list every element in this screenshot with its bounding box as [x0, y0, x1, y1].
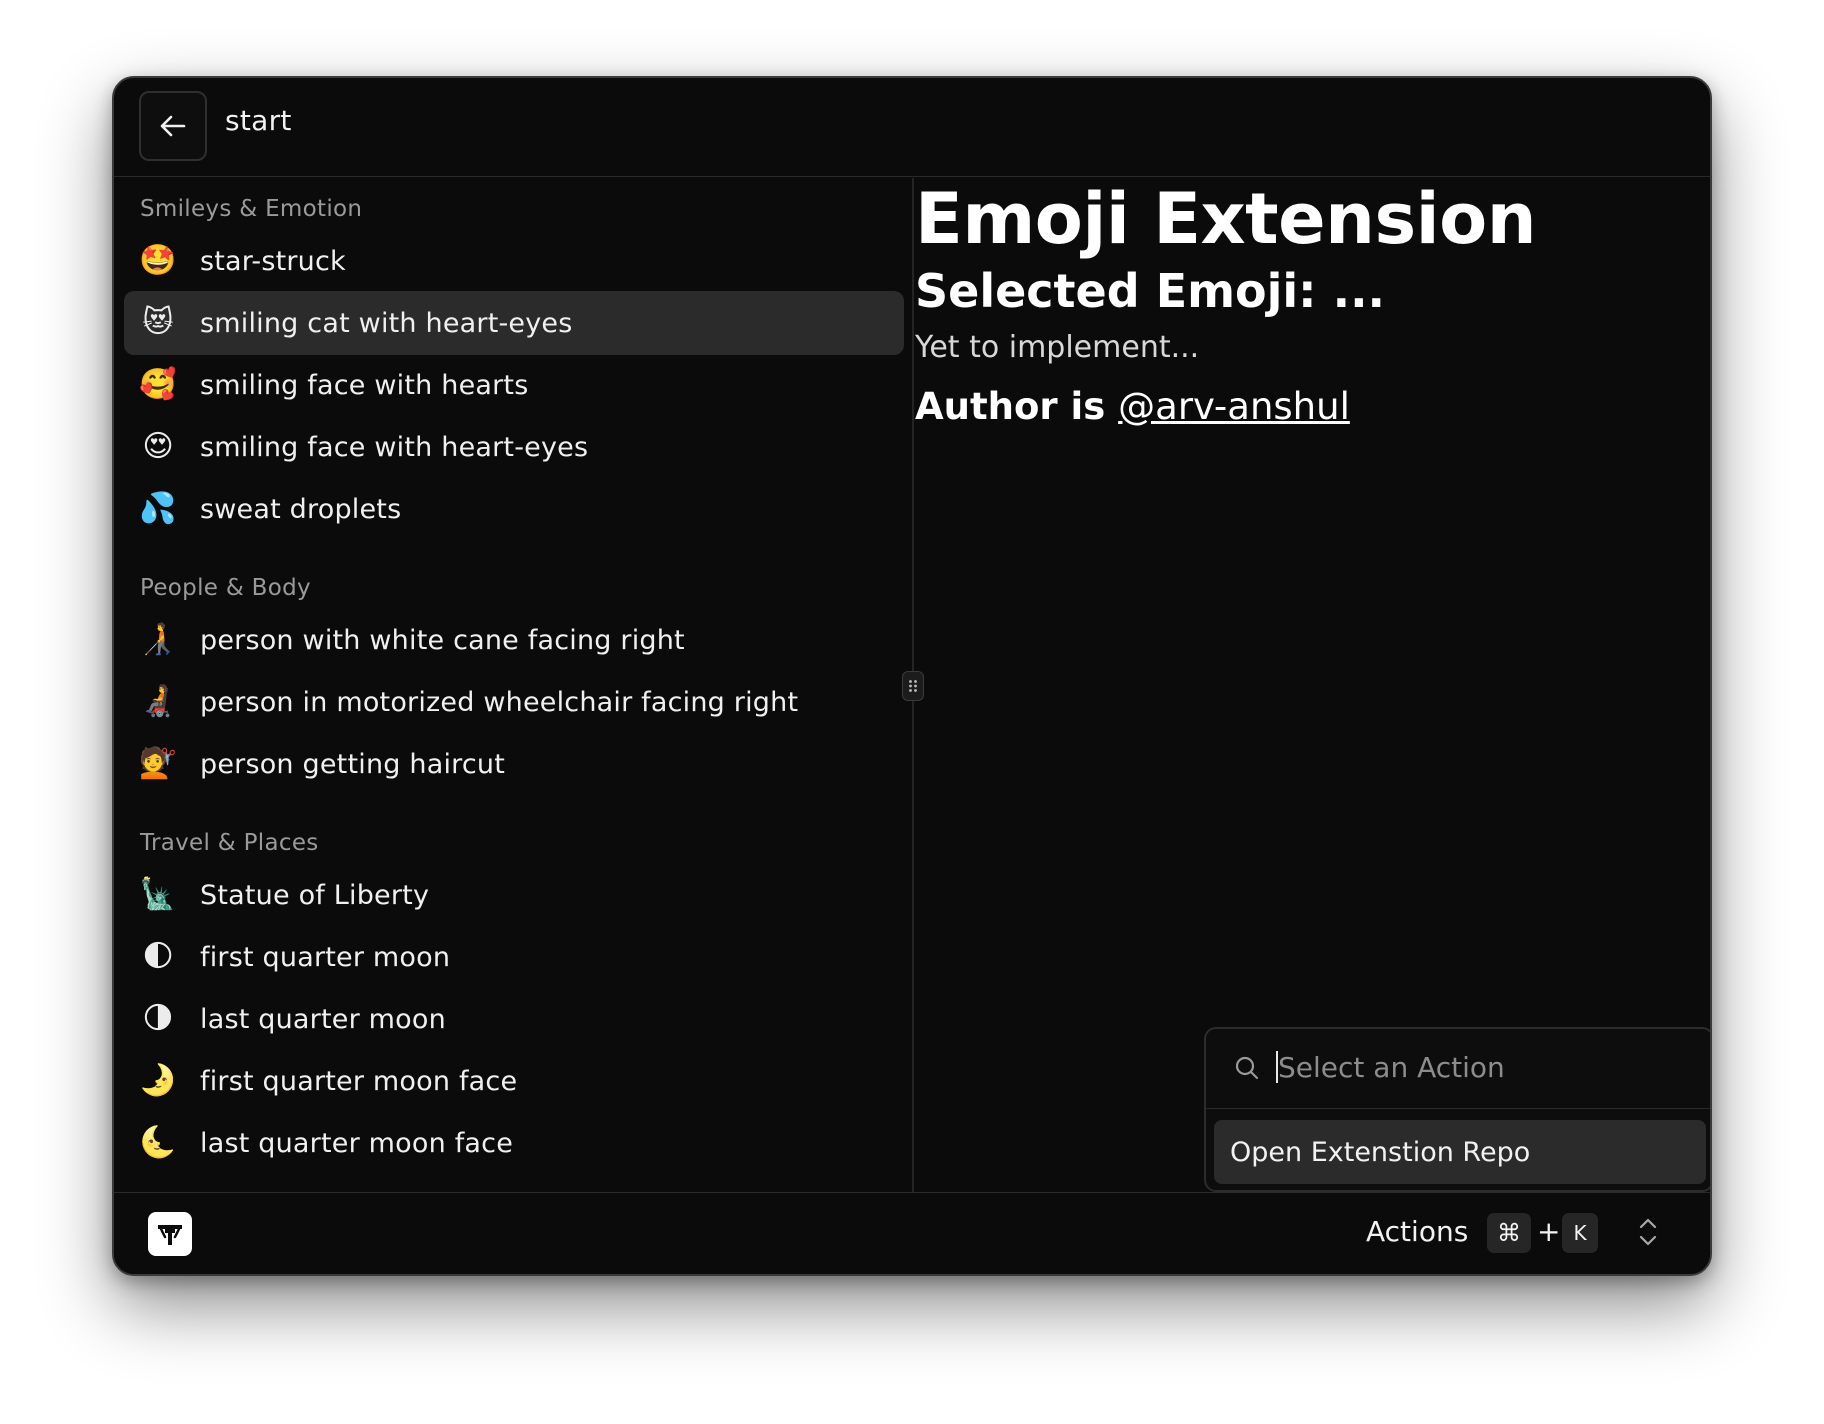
command-key-icon: ⌘	[1487, 1213, 1531, 1253]
back-button[interactable]	[139, 91, 207, 161]
shortcut-plus: +	[1537, 1215, 1561, 1248]
heart-eyes-emoji-icon: 😍	[142, 429, 174, 464]
cat-heart-eyes-emoji-icon: 😻	[142, 305, 174, 340]
detail-title: Emoji Extension	[915, 178, 1537, 260]
sweat-droplets-emoji-icon: 💦	[139, 491, 177, 526]
list-item-label: first quarter moon	[200, 941, 451, 973]
search-input[interactable]: start	[225, 104, 292, 137]
app-logo-icon	[148, 1212, 192, 1256]
chevron-up-down-icon[interactable]	[1637, 1215, 1659, 1249]
last-quarter-moon-face-emoji-icon: 🌜	[139, 1125, 177, 1160]
list-item-label: star-struck	[200, 245, 346, 277]
list-item-label: Statue of Liberty	[200, 879, 430, 911]
detail-subtitle: Selected Emoji: ...	[915, 264, 1386, 318]
list-item-label: person with white cane facing right	[200, 624, 685, 656]
list-item[interactable]: 🌓 first quarter moon	[124, 925, 904, 989]
list-item-label: last quarter moon face	[200, 1127, 514, 1159]
section-title: Travel & Places	[140, 830, 319, 856]
list-item-label: person in motorized wheelchair facing ri…	[200, 686, 799, 718]
face-with-hearts-emoji-icon: 🥰	[139, 367, 177, 402]
wheelchair-person-emoji-icon: 🧑‍🦼	[139, 684, 177, 719]
author-link[interactable]: @arv-anshul	[1118, 385, 1350, 428]
haircut-emoji-icon: 💇	[139, 746, 177, 781]
list-item[interactable]: 🧑‍🦼 person in motorized wheelchair facin…	[124, 670, 904, 734]
actions-button[interactable]: Actions	[1366, 1215, 1468, 1248]
star-struck-emoji-icon: 🤩	[139, 243, 177, 278]
statue-of-liberty-emoji-icon: 🗽	[139, 877, 177, 912]
action-item-open-repo[interactable]: Open Extenstion Repo	[1214, 1120, 1706, 1184]
list-item[interactable]: 😍 smiling face with heart-eyes	[124, 415, 904, 479]
list-item[interactable]: 🥰 smiling face with hearts	[124, 353, 904, 417]
author-prefix: Author is	[915, 385, 1119, 428]
author-line: Author is @arv-anshul	[915, 385, 1350, 428]
first-quarter-moon-face-emoji-icon: 🌛	[139, 1063, 177, 1098]
list-item[interactable]: 🧑‍🦯 person with white cane facing right	[124, 608, 904, 672]
list-item-label: first quarter moon face	[200, 1065, 518, 1097]
arrow-left-icon	[160, 115, 186, 137]
search-header: start	[114, 78, 1710, 177]
search-icon	[1235, 1056, 1259, 1080]
list-item-label: sweat droplets	[200, 493, 402, 525]
list-item[interactable]: 🌗 last quarter moon	[124, 987, 904, 1051]
list-item[interactable]: 🤩 star-struck	[124, 229, 904, 293]
footer-bar: Actions ⌘ + K	[114, 1192, 1710, 1274]
list-item-label: smiling face with heart-eyes	[200, 431, 589, 463]
action-search-input[interactable]: Select an Action	[1278, 1051, 1505, 1084]
emoji-list: Smileys & Emotion 🤩 star-struck 😻 smilin…	[114, 178, 912, 1195]
first-quarter-moon-emoji-icon: 🌓	[142, 939, 174, 974]
list-item[interactable]: 💇 person getting haircut	[124, 732, 904, 796]
k-key: K	[1562, 1213, 1598, 1253]
list-item-label: smiling cat with heart-eyes	[200, 307, 573, 339]
list-item-selected[interactable]: 😻 smiling cat with heart-eyes	[124, 291, 904, 355]
list-item[interactable]: 🌛 first quarter moon face	[124, 1049, 904, 1113]
launcher-window: start Smileys & Emotion 🤩 star-struck 😻 …	[112, 76, 1712, 1276]
list-item[interactable]: 💦 sweat droplets	[124, 477, 904, 541]
list-item-label: last quarter moon	[200, 1003, 446, 1035]
list-item-label: smiling face with hearts	[200, 369, 529, 401]
list-item-label: person getting haircut	[200, 748, 505, 780]
list-item[interactable]: 🌜 last quarter moon face	[124, 1111, 904, 1175]
action-panel: Select an Action Open Extenstion Repo	[1204, 1027, 1710, 1192]
list-item[interactable]: 🗽 Statue of Liberty	[124, 863, 904, 927]
action-search-bar: Select an Action	[1206, 1029, 1710, 1109]
action-item-label: Open Extenstion Repo	[1230, 1136, 1531, 1168]
detail-note: Yet to implement...	[915, 330, 1200, 365]
last-quarter-moon-emoji-icon: 🌗	[142, 1001, 174, 1036]
white-cane-person-emoji-icon: 🧑‍🦯	[139, 622, 177, 657]
section-title: People & Body	[140, 575, 311, 601]
section-title: Smileys & Emotion	[140, 196, 363, 222]
